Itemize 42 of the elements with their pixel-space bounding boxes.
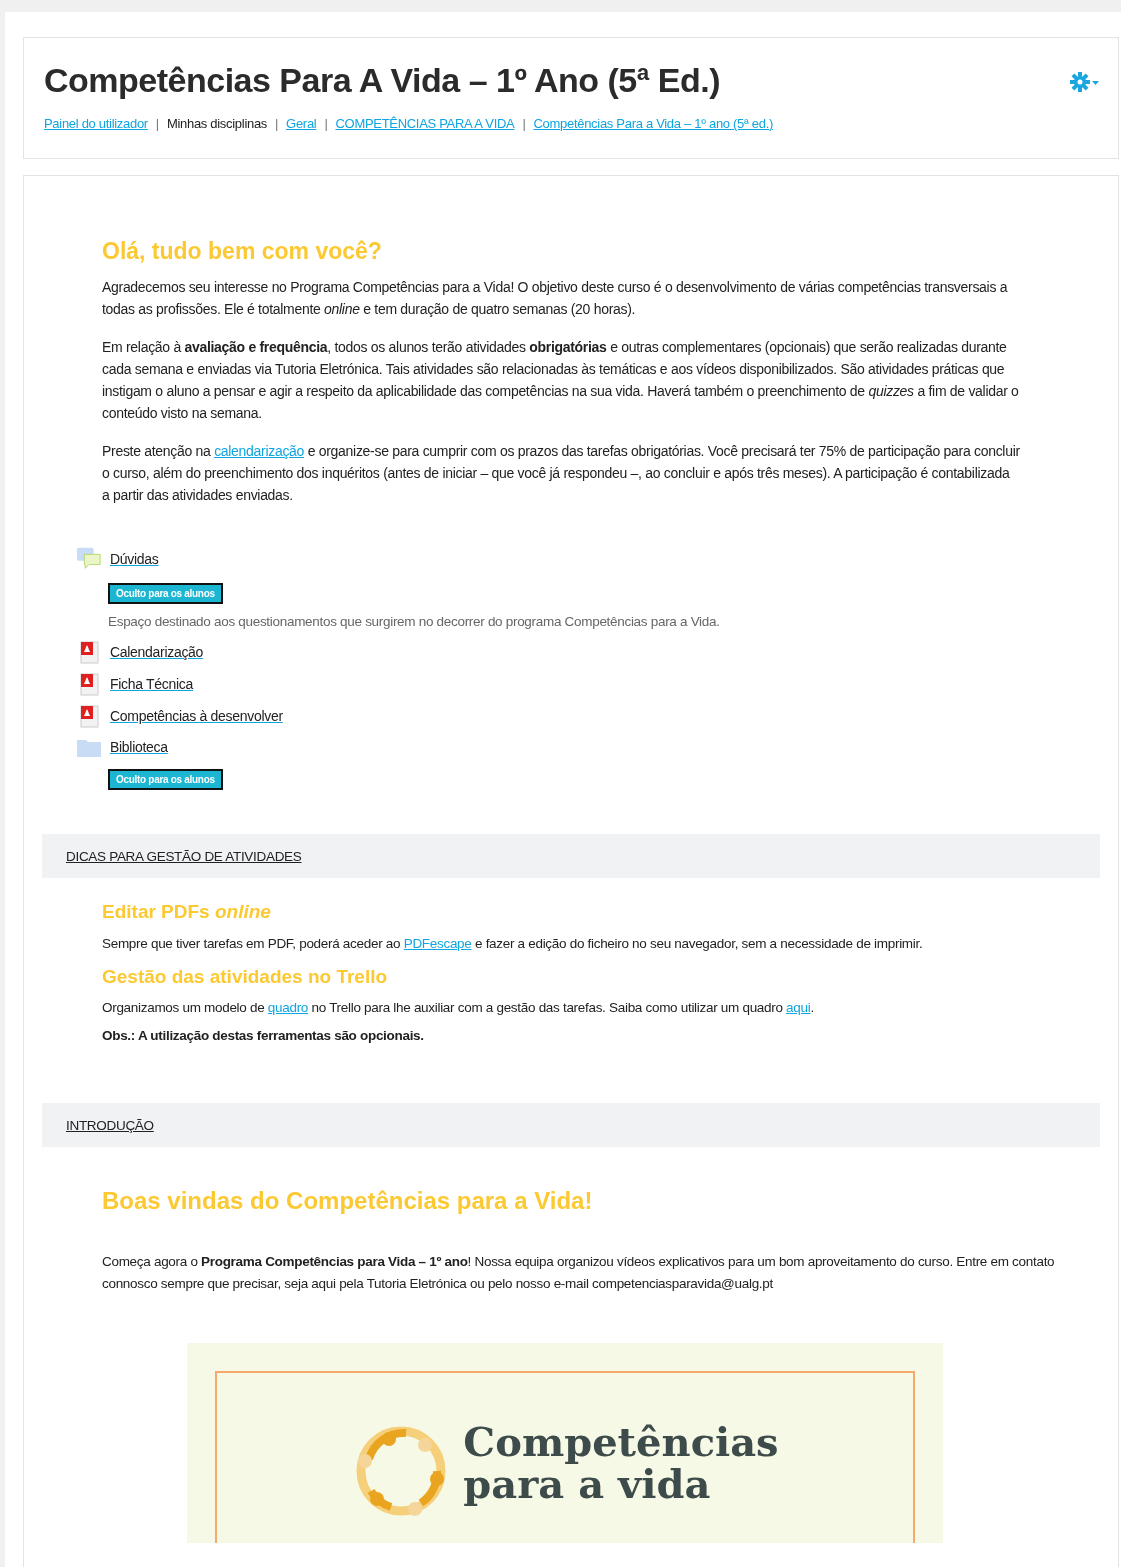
chat-bubbles-icon xyxy=(76,546,102,572)
activity-link[interactable]: Ficha Técnica xyxy=(110,673,193,695)
hidden-badge: Oculto para os alunos xyxy=(108,583,223,604)
section-heading: Olá, tudo bem com você? xyxy=(102,236,383,266)
paragraph: Começa agora o Programa Competências para Vida – 1º ano! Nossa equipa organizou vídeos explicativos para um bom aproveitamento do curso. Entre em contato connosco sempre que precisar, seja aqui pela Tutoria Eletrónica ou pelo nosso e-mail competenciasparavida@ualg.pt xyxy=(102,1253,1056,1294)
banner-title: Competências xyxy=(463,1421,779,1464)
hidden-badge: Oculto para os alunos xyxy=(108,769,223,791)
section-heading: Gestão das atividades no Trello xyxy=(102,964,389,989)
pdf-icon xyxy=(78,672,100,697)
breadcrumb-link[interactable]: Competências Para a Vida – 1º ano (5ª ed.) xyxy=(533,114,774,134)
section-heading: Boas vindas do Competências para a Vida! xyxy=(102,1186,594,1217)
activity-link[interactable]: Calendarização xyxy=(110,641,204,663)
paragraph: Obs.: A utilização destas ferramentas são opcionais. xyxy=(102,1027,425,1046)
link[interactable]: calendarização xyxy=(214,443,305,459)
pdf-icon xyxy=(78,640,100,665)
settings-icon xyxy=(1070,72,1100,92)
breadcrumb-separator: | xyxy=(324,115,328,133)
pdf-icon xyxy=(78,704,100,729)
activity-link[interactable]: Dúvidas xyxy=(110,548,159,570)
activity-link[interactable]: Biblioteca xyxy=(110,736,168,758)
course-title: Competências Para A Vida – 1º Ano (5ª Ed.) xyxy=(44,60,721,101)
section-title: INTRODUÇÃO xyxy=(66,1118,154,1134)
link[interactable]: PDFescape xyxy=(403,935,472,951)
paragraph: Preste atenção na calendarização e organize-se para cumprir com os prazos das tarefas obrigatórias. Você precisará ter 75% de participação para concluir o curso, além do preenchimento dos inquéritos (antes de iniciar – que você já respondeu –, ao concluir e após três meses). A participação é contabilizada a partir das atividades enviadas. xyxy=(102,442,1020,505)
activity-description: Espaço destinado aos questionamentos que surgirem no decorrer do programa Competências para a Vida. xyxy=(107,613,721,631)
section-title: DICAS PARA GESTÃO DE ATIVIDADES xyxy=(66,849,302,865)
settings-menu-button[interactable] xyxy=(1070,72,1100,92)
link[interactable]: quadro xyxy=(267,1000,309,1016)
paragraph: Agradecemos seu interesse no Programa Competências para a Vida! O objetivo deste curso é o desenvolvimento de várias competências transversais a todas as profissões. Ele é totalmente online e tem duração de quatro semanas (20 horas). xyxy=(102,278,1009,319)
paragraph: Sempre que tiver tarefas em PDF, poderá aceder ao PDFescape e fazer a edição do ficheiro no seu navegador, sem a necessidade de imprimir. xyxy=(102,934,924,953)
breadcrumb-link[interactable]: COMPETÊNCIAS PARA A VIDA xyxy=(335,114,515,134)
banner-title: para a vida xyxy=(463,1463,711,1506)
section-heading: Editar PDFs online xyxy=(102,900,272,925)
breadcrumb-link[interactable]: Painel do utilizador xyxy=(44,114,148,134)
paragraph: Organizamos um modelo de quadro no Trello para lhe auxiliar com a gestão das tarefas. Saiba como utilizar um quadro aqui. xyxy=(102,999,815,1018)
paragraph: Em relação à avaliação e frequência, todos os alunos terão atividades obrigatórias e outras complementares (opcionais) que serão realizadas durante cada semana e enviadas via Tutoria Eletrónica. Tais atividades são relacionadas às temáticas e aos vídeos disponibilizados. São atividades práticas que instigam o aluno a pensar e agir a respeito da aplicabilidade das competências na sua vida. Haverá também o preenchimento de quizzes a fim de validar o conteúdo visto na semana. xyxy=(102,338,1020,423)
breadcrumb-link[interactable]: Geral xyxy=(286,114,317,134)
breadcrumb-separator: | xyxy=(275,115,279,133)
activity-link[interactable]: Competências à desenvolver xyxy=(110,705,283,727)
breadcrumb-separator: | xyxy=(522,115,526,133)
breadcrumb-separator: | xyxy=(155,115,159,133)
breadcrumb-item: Minhas disciplinas xyxy=(166,115,268,133)
